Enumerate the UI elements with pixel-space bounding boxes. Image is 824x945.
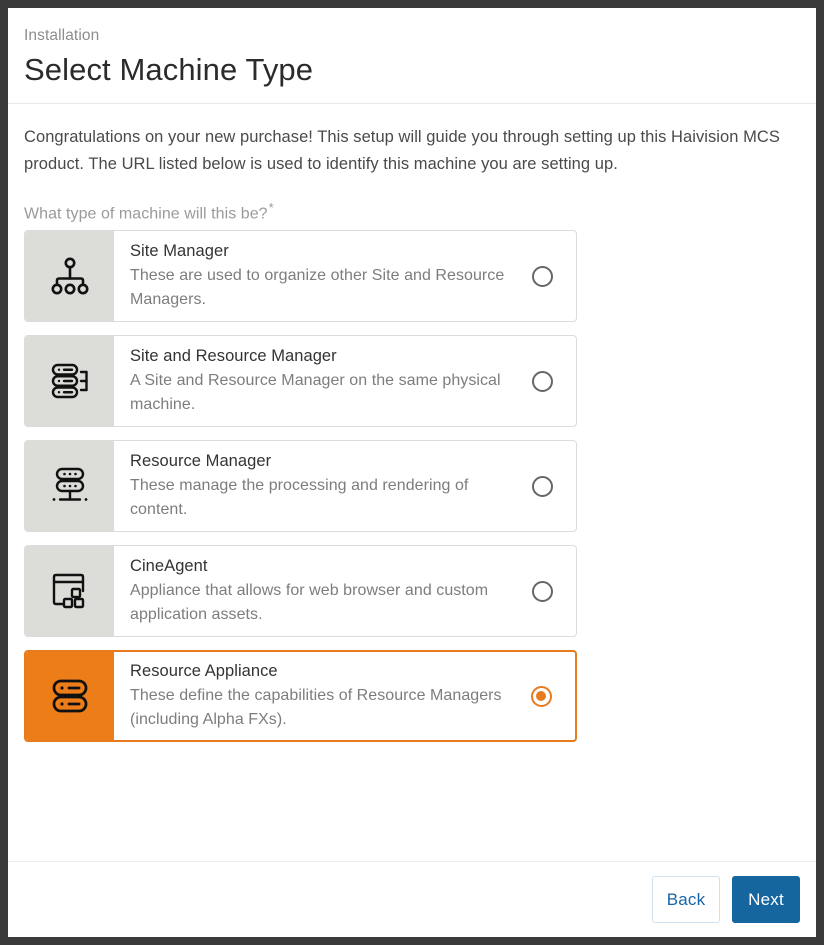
option-icon-panel [25,441,114,532]
option-description: These are used to organize other Site an… [130,267,505,309]
option-text: CineAgent Appliance that allows for web … [130,555,508,627]
option-card-body: Resource Manager These manage the proces… [114,441,576,531]
hierarchy-icon [48,254,92,298]
option-card-resource-appliance[interactable]: Resource Appliance These define the capa… [24,650,577,743]
machine-type-question: What type of machine will this be? [24,205,268,223]
option-card-body: CineAgent Appliance that allows for web … [114,546,576,636]
option-radio-wrap[interactable] [508,580,576,602]
option-description: A Site and Resource Manager on the same … [130,372,501,414]
option-card-site-manager[interactable]: Site Manager These are used to organize … [24,230,577,323]
page-header: Installation Select Machine Type [8,8,816,104]
option-text: Resource Manager These manage the proces… [130,450,508,522]
option-radio-wrap[interactable] [508,475,576,497]
app-window: Installation Select Machine Type Congrat… [0,0,824,945]
option-icon-panel [25,546,114,637]
next-button[interactable]: Next [732,876,800,923]
option-card-site-and-resource-manager[interactable]: Site and Resource Manager A Site and Res… [24,335,577,428]
radio-resource-appliance[interactable] [530,685,552,707]
option-title: Resource Manager [130,452,272,471]
radio-site-and-resource-manager[interactable] [531,370,553,392]
breadcrumb: Installation [24,27,100,44]
installation-wizard-page: Installation Select Machine Type Congrat… [8,8,816,937]
option-description: Appliance that allows for web browser an… [130,582,489,624]
page-content: Congratulations on your new purchase! Th… [8,104,816,861]
option-title: Resource Appliance [130,662,278,681]
option-card-resource-manager[interactable]: Resource Manager These manage the proces… [24,440,577,533]
browser-window-icon [48,569,92,613]
machine-type-label: What type of machine will this be?* [24,200,800,223]
back-button[interactable]: Back [652,876,720,923]
server-stack-icon [48,359,92,403]
radio-cineagent[interactable] [531,580,553,602]
server-rack-icon [48,464,92,508]
machine-type-option-list: Site Manager These are used to organize … [24,230,577,743]
option-card-body: Resource Appliance These define the capa… [114,652,575,740]
option-radio-wrap[interactable] [508,265,576,287]
option-text: Resource Appliance These define the capa… [130,660,507,732]
page-title: Select Machine Type [24,52,314,87]
option-title: Site Manager [130,242,229,261]
option-card-body: Site and Resource Manager A Site and Res… [114,336,576,426]
option-radio-wrap[interactable] [508,370,576,392]
option-card-body: Site Manager These are used to organize … [114,231,576,321]
option-title: CineAgent [130,557,208,576]
option-description: These define the capabilities of Resourc… [130,687,502,729]
option-icon-panel [25,231,114,322]
option-title: Site and Resource Manager [130,347,337,366]
option-radio-wrap[interactable] [507,685,575,707]
intro-paragraph: Congratulations on your new purchase! Th… [24,128,780,173]
radio-site-manager[interactable] [531,265,553,287]
required-marker: * [268,200,274,215]
option-text: Site and Resource Manager A Site and Res… [130,345,508,417]
appliance-icon [48,674,92,718]
option-text: Site Manager These are used to organize … [130,240,508,312]
option-description: These manage the processing and renderin… [130,477,469,519]
option-icon-panel [25,336,114,427]
option-icon-panel [26,652,114,741]
radio-resource-manager[interactable] [531,475,553,497]
option-card-cineagent[interactable]: CineAgent Appliance that allows for web … [24,545,577,638]
wizard-footer: Back Next [8,861,816,937]
